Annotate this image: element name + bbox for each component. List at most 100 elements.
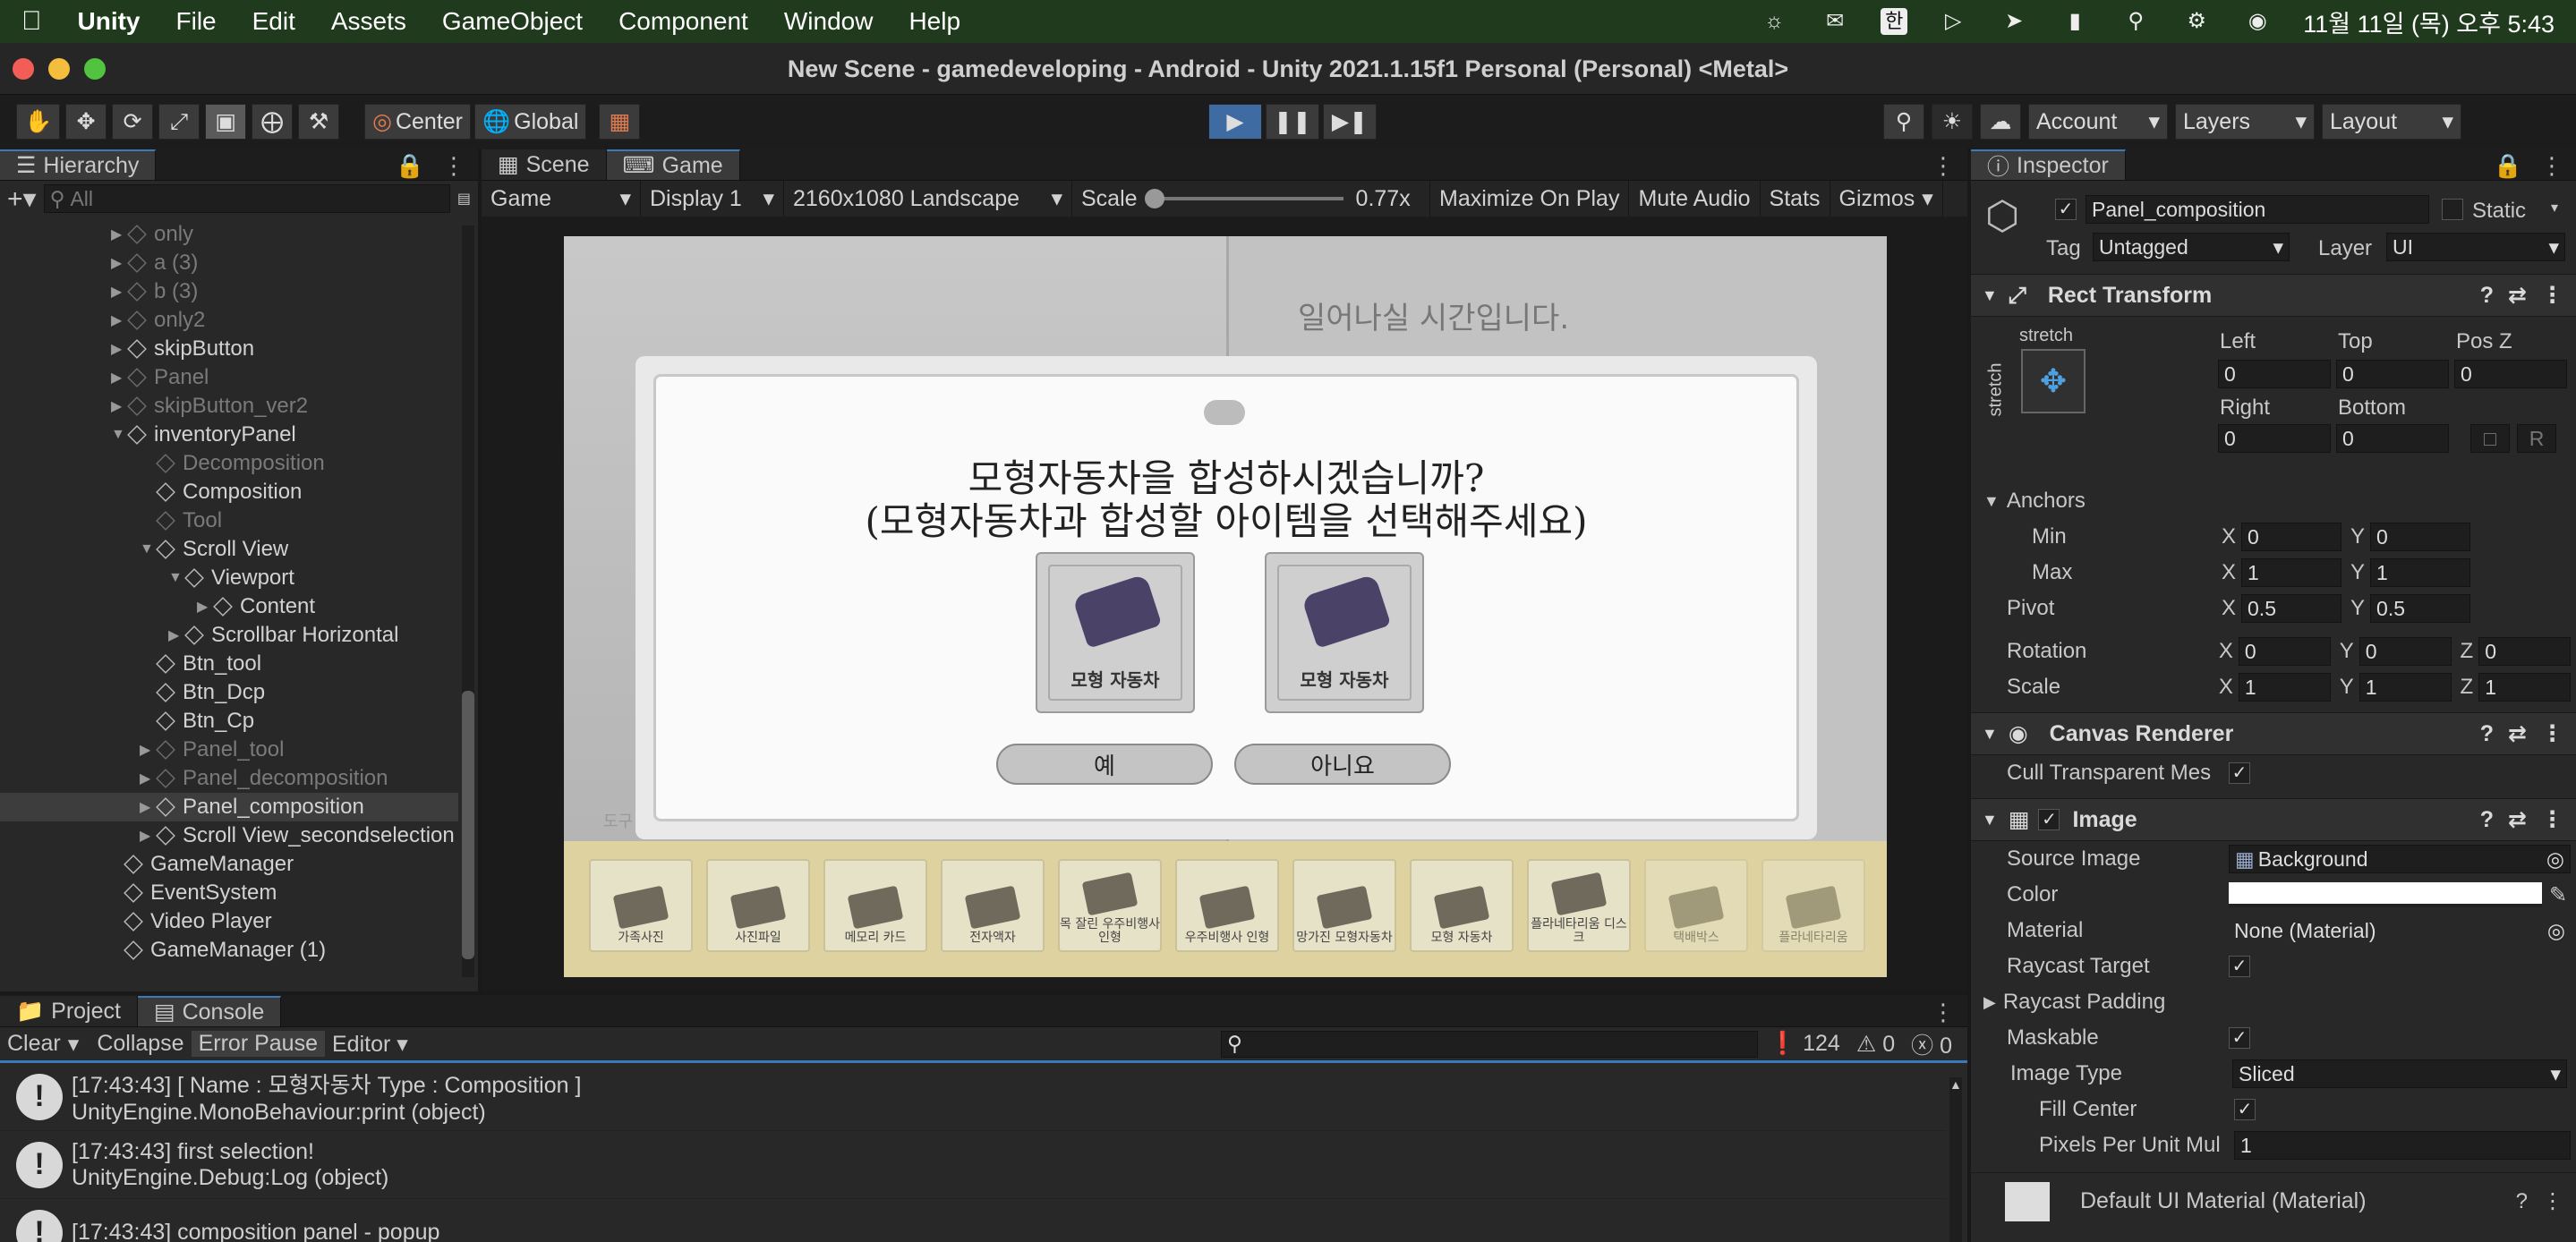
cull-transparent-checkbox[interactable]: ✓ [2229,762,2250,784]
collapse-toggle[interactable]: Collapse [90,1031,191,1057]
image-type-dropdown[interactable]: Sliced ▾ [2232,1059,2567,1088]
ppu-field[interactable]: 1 [2234,1131,2571,1160]
console-scrollbar[interactable]: ▲ [1949,1077,1962,1242]
inventory-slot[interactable]: 플라네타리움 [1761,859,1865,952]
chevron-down-icon[interactable]: ▾ [2551,199,2558,217]
anchor-min-x-field[interactable]: 0 [2241,523,2342,551]
maximize-on-play-toggle[interactable]: Maximize On Play [1430,181,1630,217]
menu-help[interactable]: Help [908,7,960,36]
editor-dropdown[interactable]: Editor ▾ [325,1031,415,1058]
grid-snap-button[interactable]: ▦ [599,104,641,140]
hierarchy-item[interactable]: Decomposition [0,449,458,478]
chevron-right-icon[interactable]: ▶ [111,225,127,243]
hierarchy-item[interactable]: ▼ Viewport [0,564,458,592]
kebab-menu-icon[interactable]: ⋮ [2541,720,2563,747]
bottom-field[interactable]: 0 [2336,424,2449,453]
anchors-row[interactable]: ▼ Anchors [1971,483,2576,519]
object-picker-icon[interactable]: ◎ [2547,919,2565,943]
blueprint-mode-button[interactable]: □ [2470,424,2510,453]
inventory-slot[interactable]: 가족사진 [589,859,693,952]
hierarchy-item[interactable]: ▶ a (3) [0,249,458,277]
add-icon[interactable]: +▾ [7,183,37,215]
top-field[interactable]: 0 [2336,360,2449,388]
static-checkbox[interactable] [2442,199,2463,220]
move-tool-button[interactable]: ✥ [65,104,107,140]
help-icon[interactable]: ? [2480,283,2494,309]
chevron-right-icon[interactable]: ▶ [111,340,127,358]
hierarchy-item[interactable]: ▶ skipButton [0,335,458,363]
hierarchy-item[interactable]: ▶ Content [0,592,458,621]
chevron-right-icon[interactable]: ▶ [168,626,184,644]
material-field[interactable]: None (Material) ◎ [2229,916,2571,945]
inventory-slot[interactable]: 메모리 카드 [823,859,927,952]
apple-icon[interactable]:  [21,6,42,37]
yes-button[interactable]: 예 [996,744,1213,785]
left-field[interactable]: 0 [2218,360,2331,388]
tab-inspector[interactable]: ⓘ Inspector [1971,149,2126,180]
material-preview-row[interactable]: Default UI Material (Material) ? ⋮ [1971,1172,2576,1229]
layer-dropdown[interactable]: UI ▾ [2386,233,2565,261]
preset-icon[interactable]: ⇄ [2508,806,2527,833]
gizmos-dropdown[interactable]: Gizmos ▾ [1830,181,1943,217]
hand-tool-button[interactable]: ✋ [16,104,61,140]
chevron-right-icon[interactable]: ▶ [197,598,213,616]
chevron-down-icon[interactable]: ▼ [168,570,184,586]
inventory-slot[interactable]: 우주비행사 인형 [1175,859,1279,952]
scale-z-field[interactable]: 1 [2478,673,2572,702]
canvas-renderer-header[interactable]: ▼ ◉ Canvas Renderer ? ⇄ ⋮ [1971,712,2576,755]
kebab-menu-icon[interactable]: ⋮ [1932,999,1967,1026]
hierarchy-item[interactable]: Btn_Cp [0,707,458,736]
pivot-center-toggle[interactable]: ◎ Center [364,104,472,140]
kebab-menu-icon[interactable]: ⋮ [2542,1188,2563,1214]
tab-hierarchy[interactable]: ☰ Hierarchy [0,149,157,180]
hierarchy-item[interactable]: Btn_Dcp [0,678,458,707]
tab-console[interactable]: ▤ Console [137,996,282,1026]
preset-icon[interactable]: ⇄ [2508,720,2527,747]
image-component-header[interactable]: ▼ ▦ ✓ Image ? ⇄ ⋮ [1971,798,2576,841]
chevron-right-icon[interactable]: ▶ [140,827,156,845]
console-log-entry[interactable]: ! [17:43:43] composition panel - popup [0,1199,1946,1242]
tab-project[interactable]: 📁 Project [0,996,138,1026]
kebab-menu-icon[interactable]: ⋮ [2540,152,2576,180]
search-button[interactable]: ⚲ [1883,104,1924,140]
chevron-right-icon[interactable]: ▶ [111,311,127,329]
clear-options-icon[interactable]: ▾ [68,1031,90,1058]
scale-slider[interactable] [1144,189,1343,208]
send-icon[interactable]: ➤ [1999,8,2029,35]
custom-tool-button[interactable]: ⚒ [298,104,340,140]
inventory-slot[interactable]: 망가진 모형자동차 [1292,859,1396,952]
resolution-dropdown[interactable]: 2160x1080 Landscape ▾ [784,181,1072,217]
rotation-y-field[interactable]: 0 [2358,637,2452,666]
maskable-checkbox[interactable]: ✓ [2229,1027,2250,1049]
tag-dropdown[interactable]: Untagged ▾ [2093,233,2290,261]
clear-button[interactable]: Clear [0,1031,68,1057]
menu-window[interactable]: Window [784,7,874,36]
stats-toggle[interactable]: Stats [1761,181,1830,217]
tab-scene[interactable]: ▦ Scene [482,149,607,180]
account-dropdown[interactable]: Account ▾ [2028,104,2168,140]
rect-transform-header[interactable]: ▼ ⤢ Rect Transform ? ⇄ ⋮ [1971,274,2576,317]
anchor-max-x-field[interactable]: 1 [2241,558,2342,587]
hierarchy-item[interactable]: Video Player [0,907,458,936]
play-button[interactable]: ▶ [1208,104,1262,140]
pivot-x-field[interactable]: 0.5 [2241,594,2342,623]
menu-app-unity[interactable]: Unity [78,7,141,36]
hierarchy-item[interactable]: ▶ Panel_composition [0,793,458,821]
kebab-menu-icon[interactable]: ⋮ [2541,806,2563,833]
image-enabled-checkbox[interactable]: ✓ [2038,809,2060,830]
hierarchy-item[interactable]: EventSystem [0,879,458,907]
preset-icon[interactable]: ⇄ [2508,282,2527,309]
transform-tool-button[interactable]: ⨁ [252,104,294,140]
hierarchy-item[interactable]: Tool [0,506,458,535]
raycast-padding-row[interactable]: ▶ Raycast Padding [1971,984,2576,1020]
chevron-right-icon[interactable]: ▶ [111,283,127,301]
chevron-right-icon[interactable]: ▶ [111,369,127,387]
menu-assets[interactable]: Assets [331,7,406,36]
chevron-right-icon[interactable]: ▶ [140,798,156,816]
no-button[interactable]: 아니요 [1234,744,1451,785]
right-field[interactable]: 0 [2218,424,2331,453]
kebab-menu-icon[interactable]: ⋮ [2541,282,2563,309]
item-card-model-car-2[interactable]: 모형 자동차 [1265,552,1424,713]
creative-cloud-icon[interactable]: ☼ [1759,8,1789,35]
inventory-slot[interactable]: 모형 자동차 [1410,859,1514,952]
